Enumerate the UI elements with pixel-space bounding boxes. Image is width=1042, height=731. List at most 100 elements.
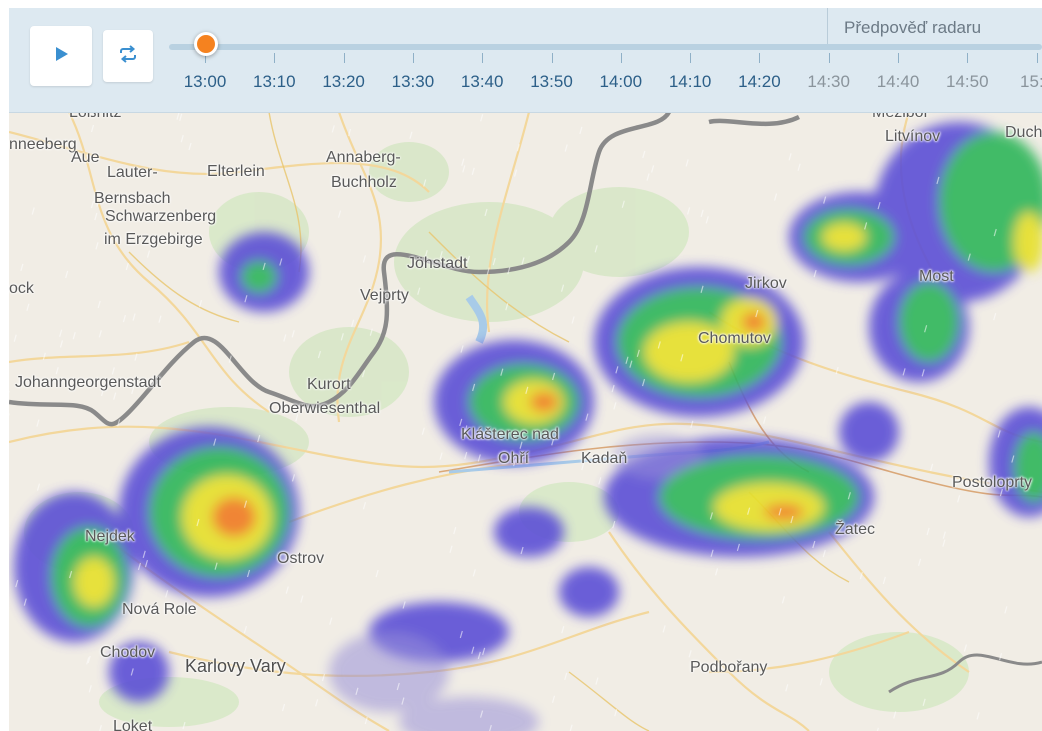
rain-streak xyxy=(362,502,367,510)
rain-streak xyxy=(564,672,568,681)
place-label: Chodov xyxy=(100,644,156,661)
timeline-knob[interactable] xyxy=(194,32,218,56)
rain-streak xyxy=(785,684,789,692)
rain-streak xyxy=(95,242,99,250)
rain-streak xyxy=(94,212,98,221)
play-button[interactable] xyxy=(30,26,92,86)
rain-streak xyxy=(36,483,41,491)
timeline-tick xyxy=(967,53,969,63)
rain-streak xyxy=(59,340,64,348)
place-label: Postoloprty xyxy=(952,474,1033,491)
rain-streak xyxy=(642,150,646,159)
timeline-time-label[interactable]: 14:30 xyxy=(807,72,850,92)
timeline-tick xyxy=(274,53,276,63)
place-label: Lößnitz xyxy=(69,112,122,121)
rain-streak xyxy=(176,112,180,120)
rain-streak xyxy=(513,169,518,177)
place-label: Mezibor xyxy=(872,112,929,121)
place-label: Johanngeorgenstadt xyxy=(15,374,161,391)
place-label: Lauter- xyxy=(107,164,158,181)
timeline-time-label[interactable]: 13:40 xyxy=(461,72,504,92)
rain-streak xyxy=(243,625,247,634)
rain-streak xyxy=(822,549,826,558)
timeline-tick xyxy=(759,53,761,63)
rain-streak xyxy=(1004,606,1008,614)
radar-map[interactable]: Lößnitz nneeberg Aue Lauter- Bernsbach Elterl… xyxy=(9,112,1042,731)
timeline-time-label[interactable]: 14:00 xyxy=(600,72,643,92)
rain-streak xyxy=(700,209,704,217)
rain-streak xyxy=(198,300,203,308)
rain-streak xyxy=(480,114,484,122)
place-label: Jöhstadt xyxy=(407,255,468,272)
rain-streak xyxy=(113,392,117,400)
place-label: Nová Role xyxy=(122,601,197,618)
loop-icon xyxy=(117,44,139,68)
rain-streak xyxy=(453,526,457,535)
place-label: Oberwiesenthal xyxy=(269,400,381,417)
place-label: Vejprty xyxy=(360,287,409,304)
place-label: Nejdek xyxy=(85,528,135,545)
rain-streak xyxy=(687,207,691,215)
place-label: Elterlein xyxy=(207,163,265,180)
rain-streak xyxy=(714,568,719,576)
rain-streak xyxy=(331,125,335,133)
rain-streak xyxy=(72,331,76,340)
timeline-tick xyxy=(1036,53,1038,63)
rain-streak xyxy=(763,416,767,424)
rain-streak xyxy=(97,300,101,309)
rain-streak xyxy=(579,126,583,135)
state-border-north xyxy=(708,114,801,127)
rain-streak xyxy=(122,314,126,323)
rain-streak xyxy=(90,124,95,133)
rain-streak xyxy=(882,576,886,585)
timeline-bar: Předpověď radaru 13:00 13:10 13:20 13:30 13:… xyxy=(9,8,1042,113)
rain-streak xyxy=(283,334,287,342)
place-label: Duch xyxy=(1005,124,1042,141)
rain-streak xyxy=(337,210,342,218)
rain-streak xyxy=(613,402,617,410)
rain-streak xyxy=(773,193,778,201)
rain-streak xyxy=(564,144,568,152)
rain-streak xyxy=(300,595,304,603)
rain-streak xyxy=(688,650,692,658)
loop-button[interactable] xyxy=(103,30,153,82)
timeline-time-label[interactable]: 13:00 xyxy=(184,72,227,92)
timeline-tick xyxy=(690,53,692,63)
timeline-time-label[interactable]: 14:20 xyxy=(738,72,781,92)
rain-streak xyxy=(291,330,295,338)
rain-streak xyxy=(614,709,618,717)
timeline-time-label[interactable]: 13:20 xyxy=(322,72,365,92)
rain-streak xyxy=(439,452,443,460)
rain-streak xyxy=(595,677,599,685)
place-label: Schwarzenberg xyxy=(105,208,217,225)
rain-streak xyxy=(942,539,946,547)
timeline-time-label[interactable]: 14:10 xyxy=(669,72,712,92)
forecast-label: Předpověď radaru xyxy=(844,18,982,37)
rain-streak xyxy=(611,384,615,393)
rain-streak xyxy=(158,315,162,323)
place-label: Jirkov xyxy=(745,275,787,292)
place-label: Aue xyxy=(71,149,100,166)
rain-streak xyxy=(98,330,102,338)
rain-streak xyxy=(347,128,352,137)
timeline-time-label[interactable]: 14:40 xyxy=(877,72,920,92)
rain-streak xyxy=(132,313,136,321)
rain-streak xyxy=(146,250,151,258)
timeline-tick xyxy=(482,53,484,63)
place-label: Klášterec nad xyxy=(461,426,559,443)
place-label: Ostrov xyxy=(277,550,325,567)
rain-streak xyxy=(976,712,980,720)
rain-streak xyxy=(651,165,655,173)
rain-streak xyxy=(179,113,183,122)
timeline-time-label[interactable]: 14:50 xyxy=(946,72,989,92)
timeline-time-label[interactable]: 15:0 xyxy=(1020,72,1042,92)
rain-streak xyxy=(281,703,286,712)
rain-streak xyxy=(569,724,573,731)
timeline-time-label[interactable]: 13:10 xyxy=(253,72,296,92)
rain-streak xyxy=(662,625,666,633)
timeline-time-label[interactable]: 13:30 xyxy=(392,72,435,92)
timeline-track[interactable] xyxy=(169,44,1042,50)
place-label: Žatec xyxy=(835,521,876,538)
timeline-time-label[interactable]: 13:50 xyxy=(530,72,573,92)
place-label: Karlovy Vary xyxy=(185,656,286,676)
